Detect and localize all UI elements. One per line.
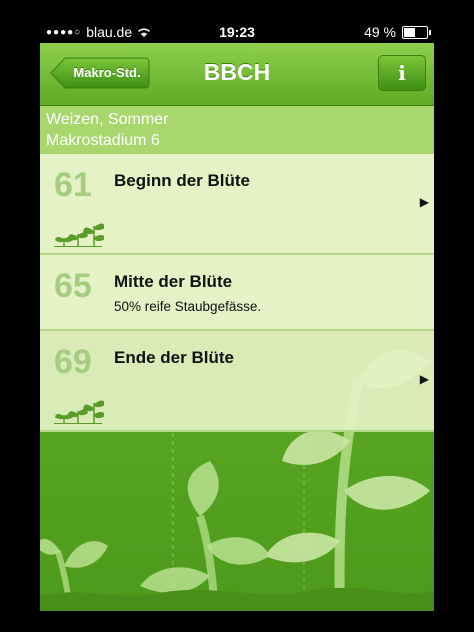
sprouts-icon [54, 400, 104, 424]
chevron-right-icon: ▶ [419, 372, 429, 386]
stage-title: Beginn der Blüte [114, 171, 251, 190]
stage-list: 61 Beginn der Blüte ▶ 65 Mitte der Blüte… [40, 154, 434, 432]
info-button[interactable]: i [378, 55, 426, 91]
stage-code: 69 [54, 343, 92, 381]
chevron-right-icon: ▶ [419, 195, 429, 209]
list-item-61[interactable]: 61 Beginn der Blüte ▶ [40, 154, 434, 255]
stage-description: 50% reife Staubgefässe. [114, 299, 262, 314]
app-screen: Makro-Std. BBCH i Weizen, Sommer Makrost… [40, 21, 434, 611]
stage-code: 65 [54, 267, 92, 305]
page-title: BBCH [203, 59, 271, 85]
info-icon: i [398, 61, 406, 85]
navigation-bar: Makro-Std. BBCH i [40, 43, 434, 106]
macro-stage: Makrostadium 6 [46, 132, 160, 149]
crop-name: Weizen, Sommer [46, 111, 169, 128]
crop-header: Weizen, Sommer Makrostadium 6 [40, 106, 434, 154]
stage-title: Mitte der Blüte [114, 272, 233, 291]
battery-status: 49 % [364, 24, 431, 40]
sprouts-icon [54, 223, 104, 247]
status-bar: ●●●●○ blau.de 19:23 49 % [40, 21, 434, 43]
list-item-65[interactable]: 65 Mitte der Blüte 50% reife Staubgefäss… [40, 255, 434, 331]
list-item-69[interactable]: 69 Ende der Blüte ▶ [40, 331, 434, 432]
stage-code: 61 [54, 166, 92, 204]
battery-percent: 49 % [364, 24, 396, 40]
stage-title: Ende der Blüte [114, 348, 234, 367]
battery-fill [404, 27, 415, 37]
battery-icon [402, 25, 431, 39]
